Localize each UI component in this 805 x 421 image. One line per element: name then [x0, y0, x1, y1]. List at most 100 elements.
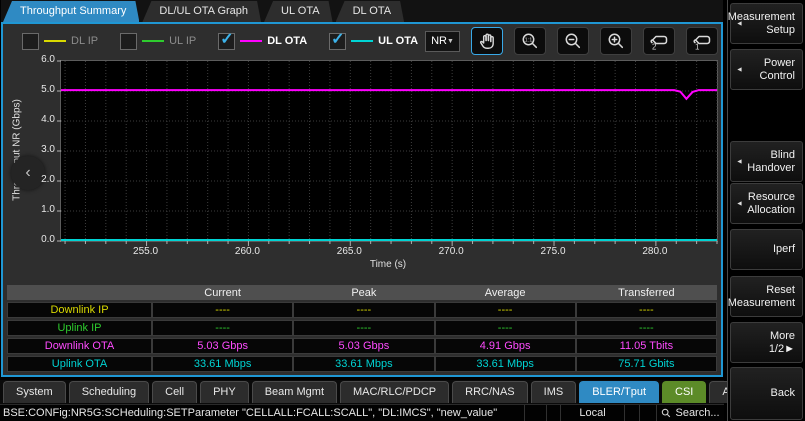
- legend-swatch-ul-ota: [351, 40, 373, 42]
- x-tick-label: 270.0: [439, 246, 464, 257]
- table-header-cell: Peak: [293, 285, 434, 300]
- pan-hand-button[interactable]: [471, 27, 503, 55]
- marker-1-button[interactable]: 1: [686, 27, 718, 55]
- softkey-blind-handover[interactable]: ◄Blind Handover: [730, 141, 803, 182]
- arrow-left-icon: ◄: [736, 63, 743, 76]
- softkey-iperf[interactable]: Iperf: [730, 229, 803, 270]
- checkmark-icon: ✓: [220, 29, 233, 49]
- search-box[interactable]: Search...: [656, 405, 724, 421]
- checkbox-ul-ota[interactable]: ✓: [329, 33, 346, 50]
- x-axis-title: Time (s): [370, 259, 406, 270]
- bottom-tab-phy[interactable]: PHY: [200, 381, 249, 403]
- throughput-plot[interactable]: [60, 60, 718, 242]
- softkey-power-control[interactable]: ◄Power Control: [730, 49, 803, 90]
- status-cell: [524, 405, 546, 421]
- bottom-tab-beam-mgmt[interactable]: Beam Mgmt: [252, 381, 337, 403]
- legend-item-dl-ota: ✓ DL OTA: [218, 33, 307, 50]
- svg-text:2: 2: [652, 43, 657, 52]
- svg-text:1:1: 1:1: [525, 38, 533, 44]
- x-tick-label: 280.0: [642, 246, 667, 257]
- table-value-cell: ----: [152, 302, 293, 318]
- scpi-command-text: BSE:CONFig:NR5G:SCHeduling:SETParameter …: [0, 407, 524, 419]
- bottom-tab-rrc-nas[interactable]: RRC/NAS: [452, 381, 528, 403]
- checkbox-dl-ota[interactable]: ✓: [218, 33, 235, 50]
- softkey-label: Resource Allocation: [744, 191, 795, 217]
- legend-item-dl-ip: DL IP: [22, 33, 98, 50]
- table-value-cell: 5.03 Gbps: [152, 338, 293, 354]
- bottom-tab-scheduling[interactable]: Scheduling: [69, 381, 149, 403]
- row-label-cell: Uplink OTA: [7, 356, 152, 372]
- table-value-cell: 11.05 Tbits: [576, 338, 717, 354]
- bottom-tab-csi[interactable]: CSI: [662, 381, 706, 403]
- throughput-summary-panel: DL IPUL IP✓DL OTA✓UL OTA NR ▼ 1:1 2 1 28…: [1, 22, 723, 377]
- svg-text:1: 1: [695, 43, 700, 52]
- series-dl-ota-line: [61, 90, 717, 99]
- legend-row: DL IPUL IP✓DL OTA✓UL OTA: [3, 33, 418, 50]
- table-row-downlink-ip: Downlink IP----------------: [7, 302, 717, 318]
- search-icon: [661, 408, 671, 418]
- bottom-tab-ims[interactable]: IMS: [531, 381, 577, 403]
- table-value-cell: 4.91 Gbps: [435, 338, 576, 354]
- bottom-tab-bar: SystemSchedulingCellPHYBeam MgmtMAC/RLC/…: [0, 380, 724, 404]
- table-value-cell: ----: [576, 302, 717, 318]
- local-mode-indicator[interactable]: Local: [560, 405, 624, 421]
- bottom-tab-mac-rlc-pdcp[interactable]: MAC/RLC/PDCP: [340, 381, 449, 403]
- legend-label: DL OTA: [267, 35, 307, 47]
- table-value-cell: 75.71 Gbits: [576, 356, 717, 372]
- status-cell: [624, 405, 639, 421]
- legend-label: DL IP: [71, 35, 98, 47]
- softkey-back[interactable]: Back: [730, 367, 803, 420]
- checkbox-ul-ip[interactable]: [120, 33, 137, 50]
- table-header-cell: [7, 285, 152, 300]
- bottom-tab-cell[interactable]: Cell: [152, 381, 197, 403]
- table-value-cell: 5.03 Gbps: [293, 338, 434, 354]
- rat-select-value: NR: [431, 35, 447, 47]
- bottom-tab-system[interactable]: System: [3, 381, 66, 403]
- legend-swatch-dl-ota: [240, 40, 262, 42]
- legend-item-ul-ip: UL IP: [120, 33, 196, 50]
- zoom-in-button[interactable]: [600, 27, 632, 55]
- row-label-cell: Downlink OTA: [7, 338, 152, 354]
- checkbox-dl-ip[interactable]: [22, 33, 39, 50]
- softkey-label: Reset Measurement: [728, 284, 795, 310]
- top-tab-ul-ota[interactable]: UL OTA: [264, 1, 333, 22]
- softkey-label: Blind Handover: [744, 149, 795, 175]
- table-header-cell: Average: [435, 285, 576, 300]
- zoom-out-button[interactable]: [557, 27, 589, 55]
- zoom-original-button[interactable]: 1:1: [514, 27, 546, 55]
- top-tab-dl-ota[interactable]: DL OTA: [336, 1, 405, 22]
- softkey-reset-measurement[interactable]: Reset Measurement: [730, 276, 803, 317]
- softkey-more-1-2[interactable]: More 1/2►: [730, 322, 803, 363]
- legend-swatch-ul-ip: [142, 40, 164, 42]
- softkey-label: Power Control: [744, 57, 795, 83]
- row-label-cell: Uplink IP: [7, 320, 152, 336]
- marker-2-button[interactable]: 2: [643, 27, 675, 55]
- row-label-cell: Downlink IP: [7, 302, 152, 318]
- softkey-label: More 1/2►: [744, 330, 795, 356]
- table-value-cell: ----: [293, 320, 434, 336]
- y-tick-label: 0.0: [3, 234, 55, 245]
- top-tab-dl-ul-ota-graph[interactable]: DL/UL OTA Graph: [142, 1, 261, 22]
- zoom-out-icon: [563, 31, 583, 51]
- top-tab-throughput-summary[interactable]: Throughput Summary: [3, 1, 139, 22]
- y-tick-label: 3.0: [3, 144, 55, 155]
- softkey-label: Back: [771, 387, 795, 400]
- legend-swatch-dl-ip: [44, 40, 66, 42]
- softkey-panel: ◄Measurement Setup◄Power Control◄Blind H…: [727, 0, 805, 421]
- throughput-graph-area: Throughput NR (Gbps) Time (s) ‹ 255.0260…: [3, 56, 721, 284]
- marker-1-icon: 1: [691, 31, 713, 51]
- arrow-left-icon: ◄: [736, 197, 743, 210]
- table-value-cell: ----: [152, 320, 293, 336]
- table-value-cell: ----: [293, 302, 434, 318]
- bottom-tab-bler-tput[interactable]: BLER/Tput: [579, 381, 659, 403]
- arrow-left-icon: ◄: [736, 155, 743, 168]
- table-header-cell: Current: [152, 285, 293, 300]
- rat-select[interactable]: NR ▼: [425, 31, 460, 52]
- y-tick-label: 5.0: [3, 84, 55, 95]
- status-cell: [639, 405, 656, 421]
- table-row-downlink-ota: Downlink OTA5.03 Gbps5.03 Gbps4.91 Gbps1…: [7, 338, 717, 354]
- y-tick-label: 6.0: [3, 54, 55, 65]
- graph-toolbar: 1:1 2 1: [460, 27, 718, 55]
- softkey-measurement-setup[interactable]: ◄Measurement Setup: [730, 3, 803, 44]
- softkey-resource-allocation[interactable]: ◄Resource Allocation: [730, 183, 803, 224]
